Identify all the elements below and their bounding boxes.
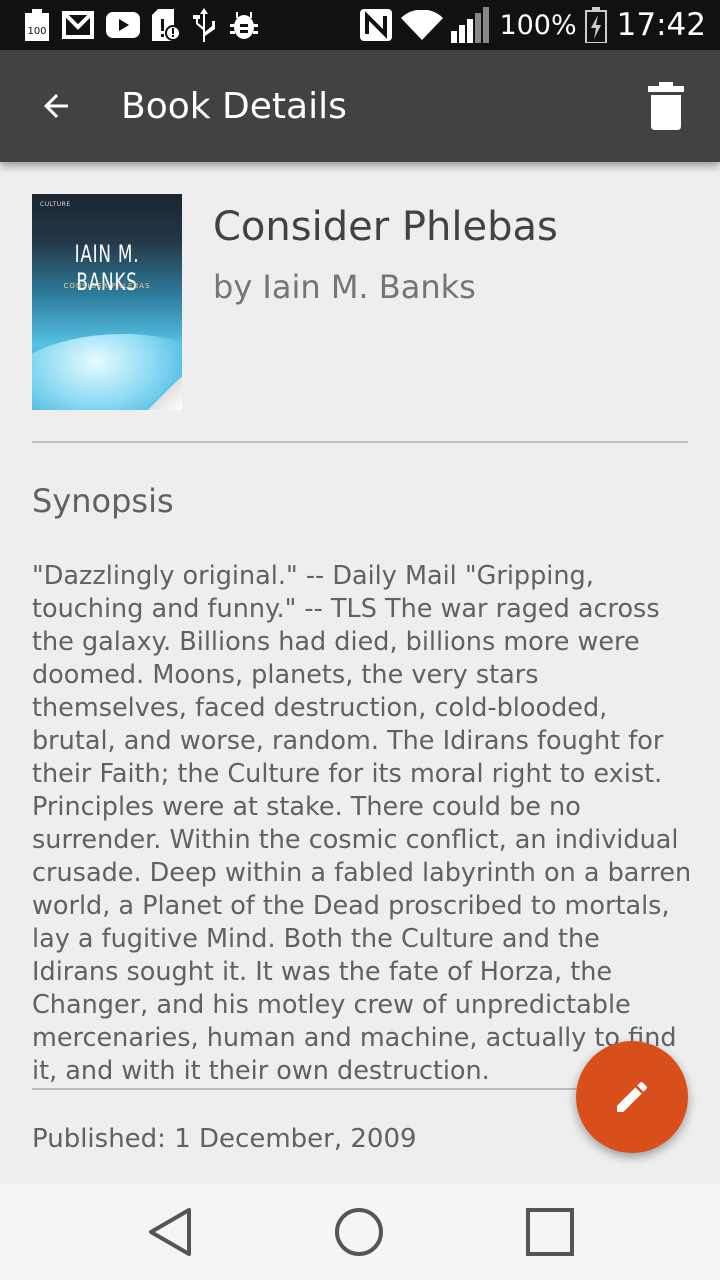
delete-button[interactable] <box>634 74 698 138</box>
battery-100-icon: 100 <box>24 9 50 41</box>
recents-square-icon <box>526 1208 574 1256</box>
divider-top <box>32 441 688 443</box>
battery-charging-icon <box>584 7 607 43</box>
cover-title-text: CONSIDER PHLEBAS <box>63 282 151 290</box>
pencil-edit-icon <box>617 1081 648 1112</box>
svg-text:100: 100 <box>27 26 46 37</box>
published-date: Published: 1 December, 2009 <box>32 1124 417 1154</box>
nfc-icon <box>359 8 393 42</box>
nav-home-button[interactable] <box>299 1184 419 1280</box>
book-details-content[interactable]: CULTURE IAIN M. BANKS CONSIDER PHLEBAS C… <box>0 162 720 1184</box>
status-bar: 100 100% 17:42 <box>0 0 720 50</box>
nav-back-button[interactable] <box>110 1184 230 1280</box>
app-bar: Book Details <box>0 50 720 162</box>
synopsis-text: "Dazzlingly original." -- Daily Mail "Gr… <box>32 561 692 1086</box>
page-title: Book Details <box>121 86 347 127</box>
book-cover-image: CULTURE IAIN M. BANKS CONSIDER PHLEBAS <box>32 194 182 410</box>
youtube-icon <box>106 12 140 38</box>
trash-icon <box>648 82 684 130</box>
home-circle-icon <box>335 1208 383 1256</box>
system-icons: 100% 17:42 <box>359 0 706 50</box>
edit-fab-button[interactable] <box>576 1041 688 1153</box>
arrow-back-icon <box>44 94 68 118</box>
page-curl-graphic <box>148 376 182 410</box>
debug-icon <box>228 10 260 40</box>
nav-recents-button[interactable] <box>490 1184 610 1280</box>
clock: 17:42 <box>616 7 706 43</box>
cover-series-text: CULTURE <box>40 201 71 208</box>
sd-card-alert-icon <box>152 9 180 41</box>
back-button[interactable] <box>28 78 84 134</box>
synopsis-heading: Synopsis <box>32 482 174 520</box>
book-author: by Iain M. Banks <box>213 268 476 306</box>
signal-icon <box>451 7 491 43</box>
wifi-icon <box>401 10 444 40</box>
system-nav-bar <box>0 1184 720 1280</box>
usb-icon <box>192 8 216 42</box>
book-title: Consider Phlebas <box>213 204 558 250</box>
battery-percent: 100% <box>499 9 577 41</box>
notification-icons: 100 <box>24 8 260 42</box>
gmail-icon <box>62 11 94 39</box>
back-triangle-icon <box>149 1208 191 1256</box>
